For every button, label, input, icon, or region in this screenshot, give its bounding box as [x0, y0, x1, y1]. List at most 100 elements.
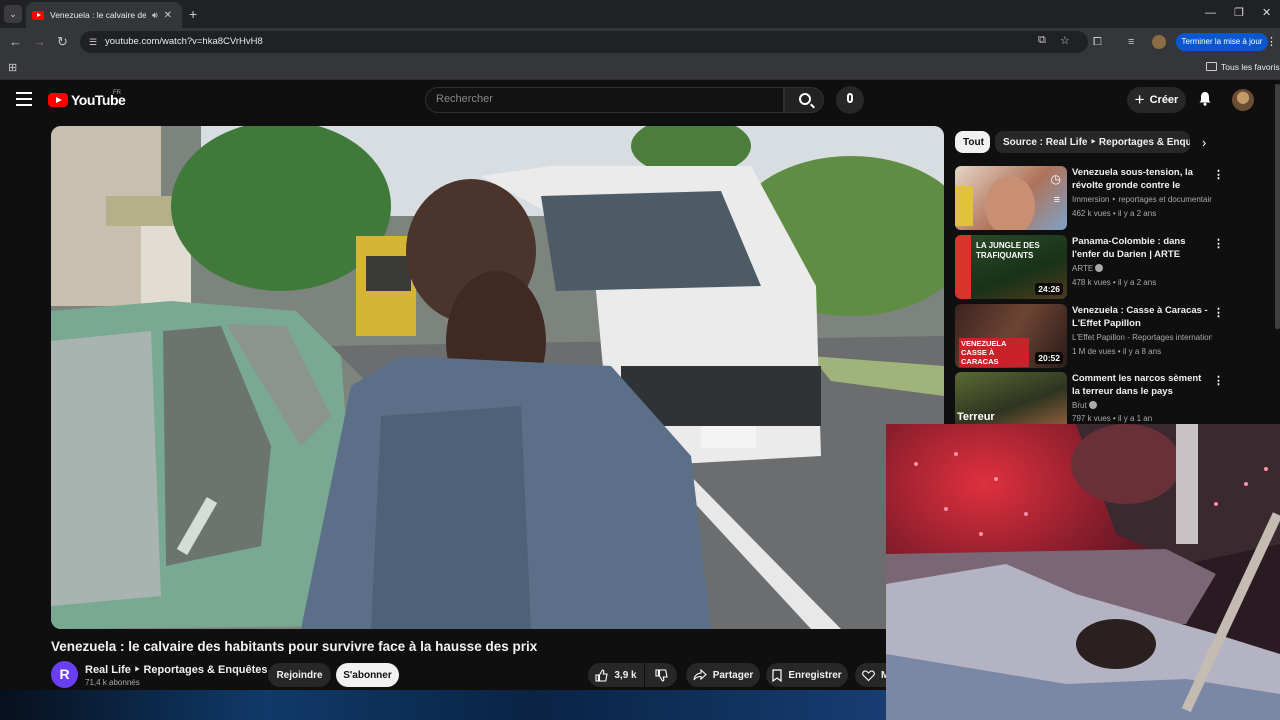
youtube-header: YouTube FR + Créer [0, 80, 1280, 120]
close-tab-icon[interactable]: ✕ [164, 10, 172, 21]
add-to-queue-icon[interactable]: ≡ [1054, 194, 1060, 206]
search-box[interactable] [425, 87, 784, 113]
channel-label: Brut [1072, 401, 1087, 410]
back-icon[interactable]: ← [9, 34, 22, 50]
more-actions-icon[interactable]: ⋮ [1213, 306, 1224, 319]
chevron-right-icon[interactable]: › [1202, 135, 1206, 150]
recommendation-item[interactable]: Terreur Comment les narcos sèment la ter… [955, 372, 1270, 424]
recommendation-title: Comment les narcos sèment la terreur dan… [1072, 373, 1202, 397]
view-count: 462 k vues [1072, 209, 1111, 218]
recommendation-item[interactable]: ◷ ≡ Venezuela sous-tension, la révolte g… [955, 166, 1270, 230]
create-button[interactable]: + Créer [1127, 87, 1186, 113]
thumbnail-text: LA JUNGLE DES TRAFIQUANTS [976, 241, 1040, 260]
more-actions-icon[interactable]: ⋮ [1213, 374, 1224, 387]
recommendation-title: Venezuela : Casse à Caracas - L'Effet Pa… [1072, 305, 1208, 329]
site-info-icon[interactable]: ☰ [86, 35, 100, 49]
subscriber-count: 71,4 k abonnés [85, 678, 140, 687]
webcam-image [886, 424, 1280, 720]
channel-label: ARTE [1072, 264, 1094, 273]
youtube-play-icon [48, 93, 68, 107]
upload-age: il y a 2 ans [1117, 278, 1157, 287]
thumbnail-text: Terreur [957, 411, 995, 423]
new-tab-icon[interactable]: + [189, 5, 197, 23]
browser-tab[interactable]: Venezuela : le calvaire des h 🔊︎ ✕ [26, 2, 182, 28]
region-code: FR [113, 90, 121, 96]
notifications-bell-icon[interactable] [1198, 91, 1212, 106]
search-button[interactable] [784, 87, 824, 113]
youtube-favicon-icon [32, 10, 44, 20]
share-button[interactable]: Partager [686, 663, 760, 687]
forward-icon[interactable]: → [33, 34, 46, 50]
chip-source[interactable]: Source : Real Life ‣ Reportages & Enquêt… [995, 131, 1190, 153]
speaker-icon[interactable]: 🔊︎ [152, 10, 158, 21]
video-thumbnail[interactable]: LA JUNGLE DES TRAFIQUANTS 24:26 [955, 235, 1067, 299]
watch-later-icon[interactable]: ◷ [1051, 172, 1061, 186]
recommendation-meta: 1 M de vues • il y a 8 ans [1072, 347, 1162, 356]
video-player[interactable] [51, 126, 944, 629]
video-duration: 24:26 [1035, 283, 1063, 295]
recommendation-channel: Immersion ‣ reportages et documentair... [1072, 195, 1212, 204]
webcam-overlay [886, 424, 1280, 720]
subscribe-button[interactable]: S'abonner [336, 663, 399, 687]
install-app-icon[interactable]: ⧉ [1038, 34, 1046, 47]
maximize-icon[interactable]: ❐ [1234, 6, 1244, 20]
video-duration: 20:52 [1035, 352, 1063, 364]
search-input[interactable] [436, 93, 776, 105]
minimize-icon[interactable]: — [1205, 6, 1216, 20]
view-count: 478 k vues [1072, 278, 1111, 287]
recommendation-item[interactable]: VENEZUELA CASSE À CARACAS 20:52 Venezuel… [955, 304, 1270, 368]
reload-icon[interactable]: ↻ [57, 34, 68, 50]
recommendation-channel: Brut [1072, 401, 1212, 410]
channel-name[interactable]: Real Life ‣ Reportages & Enquêtes [85, 663, 268, 676]
page-scrollbar[interactable] [1275, 84, 1280, 329]
hamburger-menu-icon[interactable] [16, 92, 32, 106]
url-text[interactable]: youtube.com/watch?v=hka8CVrHvH8 [105, 36, 263, 47]
thanks-heart-icon [862, 669, 875, 681]
save-label: Enregistrer [788, 669, 842, 681]
voice-search-button[interactable] [836, 86, 864, 114]
bookmarks-bar: ⊞ Tous les favoris [0, 56, 1280, 80]
upload-age: il y a 8 ans [1122, 347, 1162, 356]
more-actions-icon[interactable]: ⋮ [1213, 237, 1224, 250]
save-button[interactable]: Enregistrer [766, 663, 848, 687]
upload-age: il y a 1 an [1117, 414, 1153, 423]
bookmark-icon [772, 668, 782, 682]
recommendation-item[interactable]: LA JUNGLE DES TRAFIQUANTS 24:26 Panama-C… [955, 235, 1270, 299]
thumbs-up-icon [595, 668, 609, 682]
recommendation-channel: ARTE [1072, 264, 1212, 273]
tab-search-icon[interactable]: ⌄ [4, 5, 22, 23]
view-count: 1 M de vues [1072, 347, 1116, 356]
upload-age: il y a 2 ans [1117, 209, 1157, 218]
plus-icon: + [1134, 90, 1145, 109]
channel-avatar[interactable]: R [51, 661, 78, 688]
like-count: 3,9 k [614, 669, 637, 681]
chip-all[interactable]: Tout [955, 131, 990, 153]
extensions-icon[interactable]: ⧠ [1093, 34, 1102, 50]
media-controls-icon[interactable]: ≡ [1128, 34, 1134, 50]
microphone-icon [847, 93, 853, 103]
verified-icon [1088, 401, 1097, 409]
folder-icon [1206, 62, 1217, 71]
all-bookmarks-link[interactable]: Tous les favoris [1221, 62, 1280, 72]
video-thumbnail[interactable]: Terreur [955, 372, 1067, 424]
browser-menu-icon[interactable]: ⋮ [1266, 35, 1277, 48]
address-bar[interactable]: ☰ youtube.com/watch?v=hka8CVrHvH8 ⧉ ☆ [80, 31, 1088, 53]
join-button[interactable]: Rejoindre [268, 663, 331, 687]
recommendation-meta: 797 k vues • il y a 1 an [1072, 414, 1153, 423]
share-label: Partager [712, 669, 754, 681]
video-thumbnail[interactable]: ◷ ≡ [955, 166, 1067, 230]
update-button[interactable]: Terminer la mise à jour [1176, 33, 1268, 51]
window-close-icon[interactable]: ✕ [1262, 6, 1271, 20]
dislike-button[interactable] [645, 663, 677, 687]
apps-grid-icon[interactable]: ⊞ [8, 61, 17, 74]
user-avatar[interactable] [1232, 89, 1254, 111]
more-actions-icon[interactable]: ⋮ [1213, 168, 1224, 181]
create-label: Créer [1149, 94, 1179, 106]
bookmark-star-icon[interactable]: ☆ [1060, 34, 1070, 47]
profile-avatar[interactable] [1152, 35, 1166, 49]
browser-toolbar: ← → ↻ ☰ youtube.com/watch?v=hka8CVrHvH8 … [0, 28, 1280, 56]
tab-title: Venezuela : le calvaire des h [50, 10, 146, 20]
share-icon [693, 669, 707, 681]
video-thumbnail[interactable]: VENEZUELA CASSE À CARACAS 20:52 [955, 304, 1067, 368]
like-button[interactable]: 3,9 k [588, 663, 644, 687]
